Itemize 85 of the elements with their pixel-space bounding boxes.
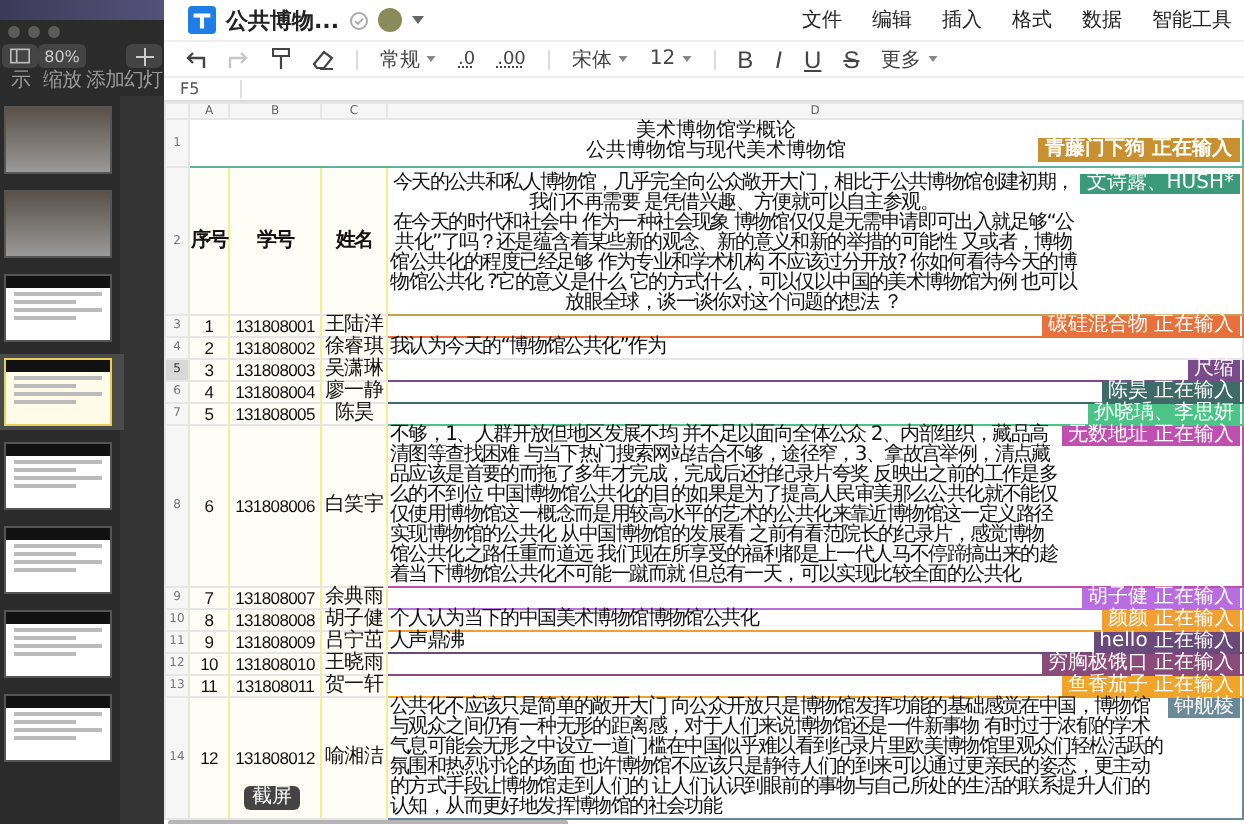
table-cell: 王陆洋 [321, 315, 387, 337]
table-cell: 廖一静 [321, 381, 387, 403]
collaborator-label: 鱼香茄子 正在输入 [1061, 676, 1240, 696]
slide-thumbnail[interactable] [4, 694, 112, 762]
sheet-title: 公共博物馆与现代美术博物馆 [586, 142, 846, 162]
slide-thumbnail[interactable] [4, 106, 112, 174]
table-cell: 白笑宇 [321, 425, 387, 587]
avatar[interactable] [377, 8, 402, 32]
add-slide-button[interactable] [126, 44, 162, 68]
check-circle-icon [349, 11, 368, 29]
toolbar-dropdown[interactable]: 宋体 [571, 45, 628, 73]
app-logo-icon [188, 6, 216, 34]
slide-thumbnail[interactable] [4, 610, 112, 678]
toolbar-label: 示 [10, 70, 30, 92]
menu-item[interactable]: 格式 [1012, 6, 1052, 34]
slide-thumbnail[interactable] [4, 190, 112, 258]
table-cell: 喻湘洁 [321, 697, 387, 819]
tooltip: 截屏 [244, 786, 300, 810]
answer-text: 个人认为当下的中国美术博物馆博物馆公共化 [390, 608, 759, 630]
toolbar-label: 缩放 [43, 70, 81, 92]
caret-icon [426, 56, 436, 62]
decimal-button[interactable]: .0 [458, 49, 476, 69]
italic-button[interactable]: I [775, 45, 783, 73]
view-button[interactable] [2, 44, 38, 68]
eraser-icon[interactable] [312, 49, 334, 69]
caret-icon [617, 56, 628, 62]
slide-thumbnail[interactable] [4, 274, 112, 342]
sheet-title: 美术博物馆学概论 [636, 122, 796, 142]
format-painter-icon[interactable] [272, 48, 290, 70]
question-text: 今天的公共和私人博物馆，几乎完全向公众敞开大门，相比于公共博物馆创建初期，我们不再需要 是凭借兴趣、方便就可以自主参观。 [390, 174, 1076, 214]
bold-button[interactable]: B [737, 45, 754, 73]
zoom-dropdown[interactable]: 80% [38, 44, 86, 68]
collaborator-label: 陈昊 正在输入 [1101, 382, 1240, 402]
collaborator-label: 尺缩 [1188, 360, 1240, 380]
undo-icon[interactable] [184, 50, 206, 68]
collaborator-label: 颜颜 正在输入 [1101, 610, 1240, 630]
toolbar-dropdown[interactable]: 更多 [881, 45, 938, 73]
table-cell: 序号 [189, 167, 229, 315]
answer-text: 我认为今天的“博物馆公共化”作为 [390, 336, 666, 358]
table-cell: 6 [189, 425, 229, 587]
menu-item[interactable]: 编辑 [872, 6, 912, 34]
scrollbar[interactable] [168, 819, 568, 824]
collaborator-label: 胡子健 正在输入 [1081, 588, 1240, 608]
strike-button[interactable]: S [843, 45, 860, 73]
collaborator-label: 孙晓瑀、李思妍 [1088, 404, 1240, 424]
collaborator-label: 碳硅混合物 正在输入 [1041, 316, 1240, 336]
table-cell: 徐睿琪 [321, 337, 387, 359]
table-cell: 贺一轩 [321, 675, 387, 697]
table-cell: 余典雨 [321, 587, 387, 609]
table-cell: 12 [189, 697, 229, 819]
menu-item[interactable]: 智能工具 [1152, 6, 1232, 34]
menu-item[interactable]: 插入 [942, 6, 982, 34]
menu-item[interactable]: 文件 [802, 6, 842, 34]
cell-reference: F5 [164, 80, 242, 98]
question-text: 在今天的时代和社会中 作为一种社会现象 博物馆仅仅是无需申请即可出入就足够“公共化”了吗？还是蕴含着某些新的观念、新的意义和新的举措的可能性 又或者，博物馆公共化的程度已经足够 作为专业和学术机构 不应该过分开放? 你如何看待今天的博物馆公共化 ?它的意义是什么 它的方式什么，可以仅以中国的美术博物馆为例 也可以放眼全球，谈一谈你对这个问题的想法 ？ [390, 214, 1077, 314]
decimal-button[interactable]: .00 [497, 49, 526, 69]
caret-icon[interactable] [411, 16, 424, 24]
answer-text: 公共化不应该只是简单的敞开大门 向公众开放只是博物馆发挥功能的基础感觉在中国，博物馆与观众之间仍有一种无形的距离感，对于人们来说博物馆还是一件新事物 有时过于浓郁的学术气息可能会无形之中设立一道门槛在中国似乎难以看到纪录片里欧美博物馆里观众们轻松活跃的氛围和热烈讨论的场面 也许博物馆不应该只是静待人们的到来可以通过更亲民的姿态，更主动的方式手段让博物馆走到人们的 让人们认识到眼前的事物与自己所处的生活的联系提升人们的认知，从而更好地发挥博物馆的社会功能 [390, 696, 1163, 818]
collaborator-label: hello 正在输入 [1093, 632, 1240, 652]
table-cell: 学号 [229, 167, 321, 315]
caret-icon [927, 56, 938, 62]
slide-thumbnail[interactable] [4, 442, 112, 510]
table-cell: 吴潇琳 [321, 359, 387, 381]
table-cell: 王晓雨 [321, 653, 387, 675]
slide-thumbnail[interactable] [4, 526, 112, 594]
toolbar-dropdown[interactable]: 常规 [380, 45, 436, 73]
collaborator-label: 青藤门下狗 正在输入 [1037, 138, 1240, 162]
collaborator-label: 钟舰棱 [1168, 698, 1240, 718]
answer-text: 人声鼎沸 [390, 630, 464, 652]
toolbar-dropdown[interactable]: 12 [649, 48, 692, 70]
plus-icon [135, 47, 153, 65]
collaborator-label: 穷胸极饿口 正在输入 [1041, 654, 1240, 674]
caret-icon [681, 56, 692, 62]
toolbar-label: 添加幻灯 [86, 70, 162, 92]
table-cell: 胡子健 [321, 609, 387, 631]
answer-text: 不够，1、人群开放但地区发展不均 并不足以面向全体公众 2、内部组织，藏品高清图等查找困难 与当下热门搜索网站结合不够，途径窄，3、拿故宫举例，清点藏品应该是首要的而拖了多年才完成，完成后还拍纪录片夸奖 反映出之前的工作是多么的不到位 中国博物馆公共化的目的如果是为了提高人民审美那么公共化就不能仅仅使用博物馆这一概念而是用较高水平的艺术的公共化来靠近博物馆这一定义路径实现博物馆的公共化 从中国博物馆的发展看 之前有看范院长的纪录片，感觉博物馆公共化之路任重而道远 我们现在所享受的福利都是上一代人马不停蹄搞出来的趁着当下博物馆公共化不可能一蹴而就 但总有一天，可以实现比较全面的公共化 [390, 424, 1058, 586]
document-title: 公共博物... [226, 5, 340, 35]
table-cell: 吕宁茁 [321, 631, 387, 653]
collaborator-label: 无数地址 正在输入 [1061, 426, 1240, 446]
table-cell: 陈昊 [321, 403, 387, 425]
layout-icon [10, 48, 30, 64]
table-cell: 131808006 [229, 425, 321, 587]
table-cell: 姓名 [321, 167, 387, 315]
underline-button[interactable]: U [804, 45, 822, 73]
menu-item[interactable]: 数据 [1082, 6, 1122, 34]
